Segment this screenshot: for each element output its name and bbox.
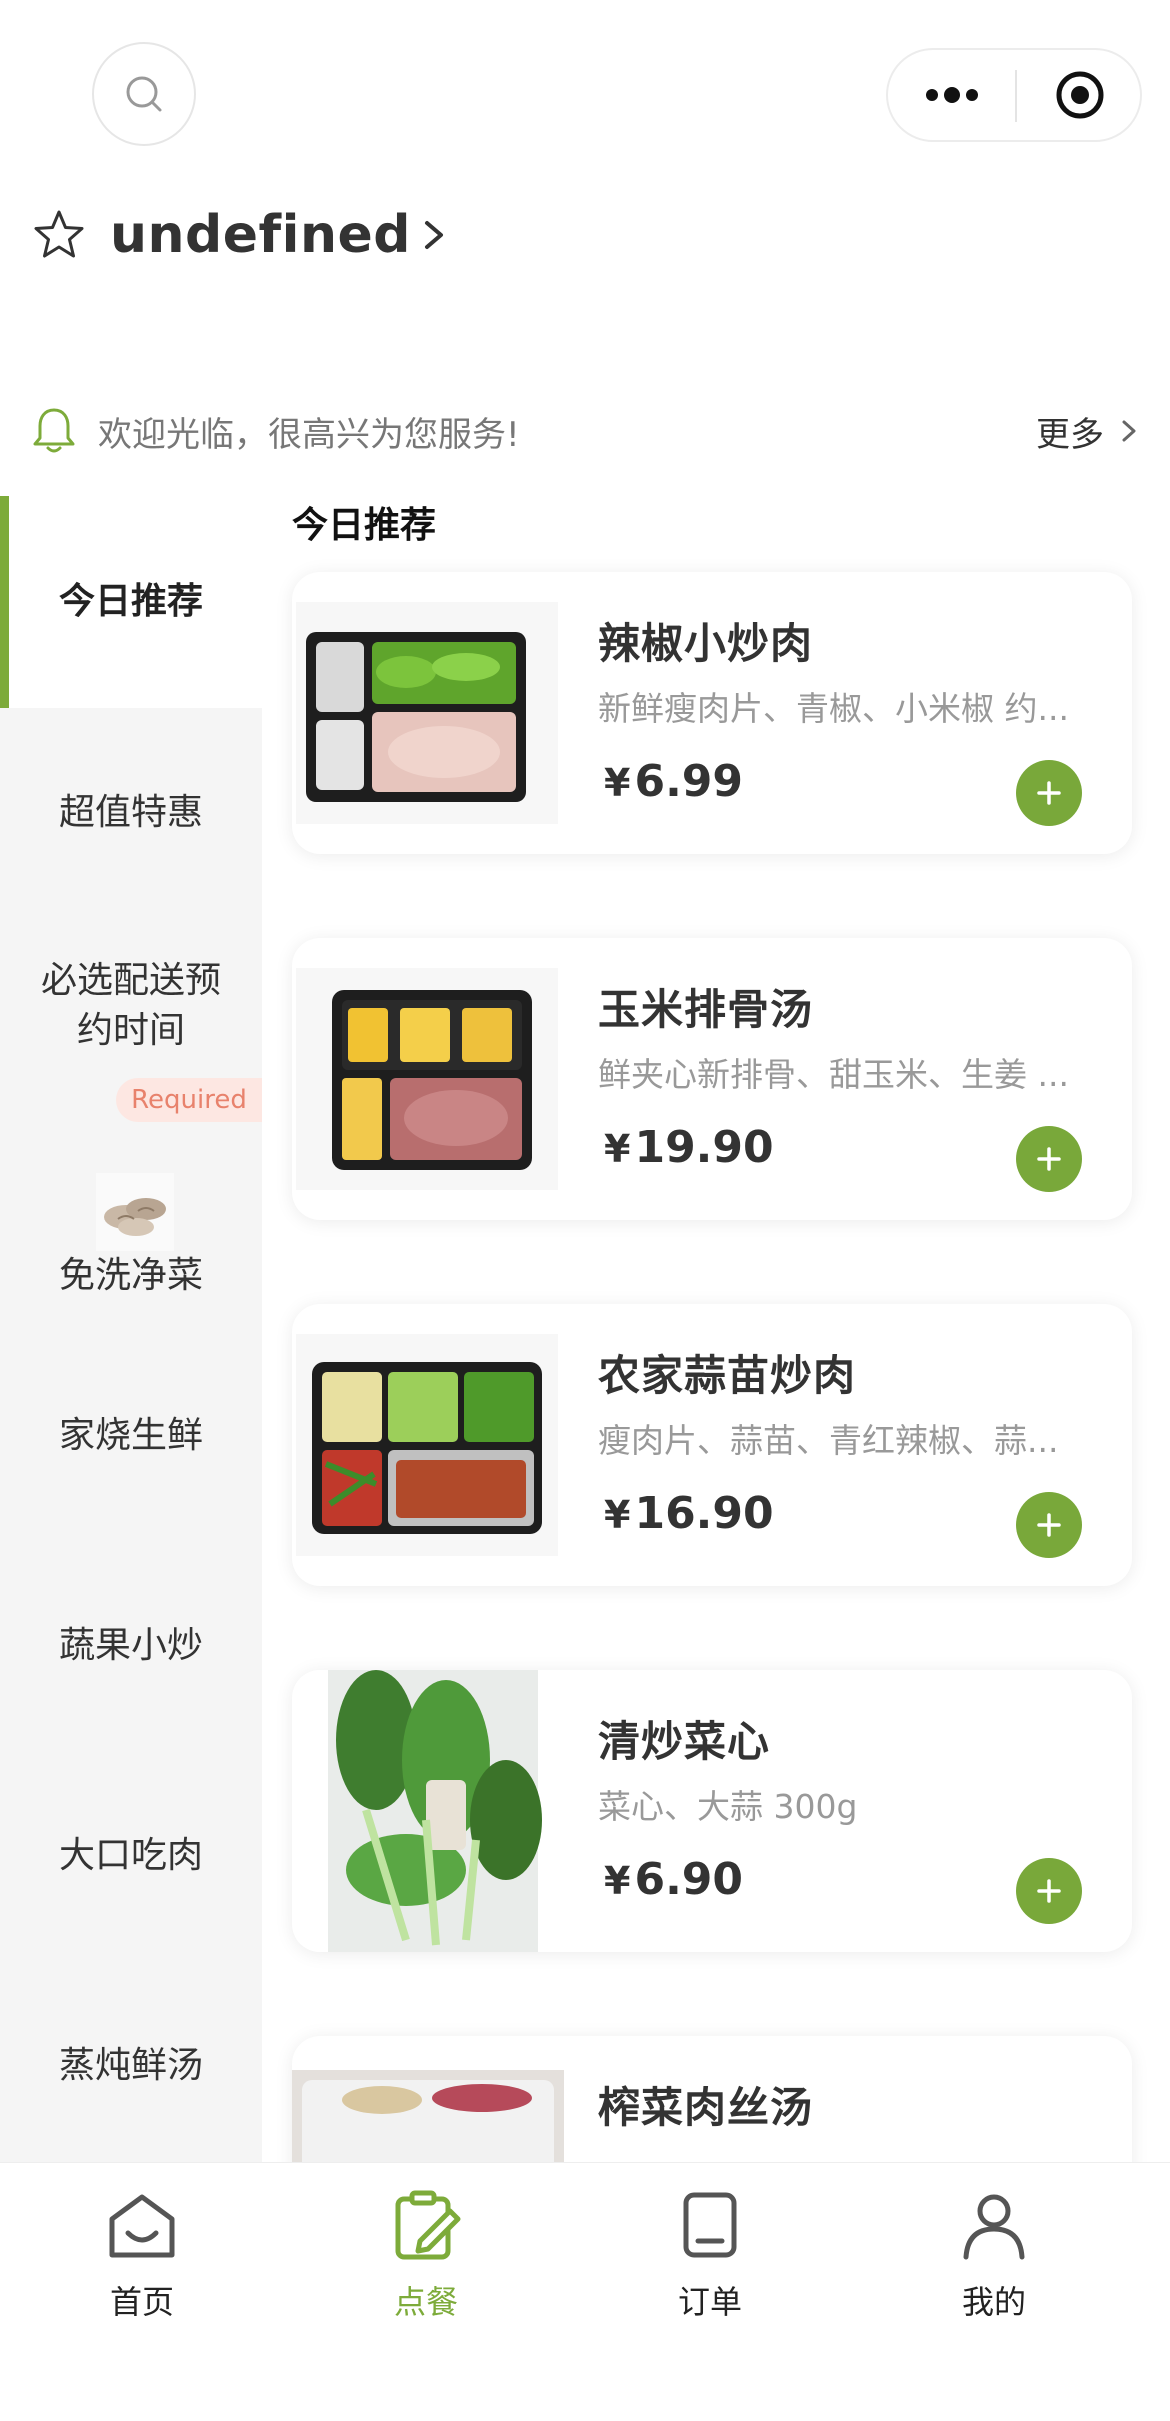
price-value: 6.90 (634, 1854, 744, 1905)
tab-order-food[interactable]: 点餐 (326, 2185, 526, 2335)
sidebar-item-meat[interactable]: 大口吃肉 (0, 1766, 262, 1946)
store-name: undefined (110, 205, 411, 265)
product-price: ¥6.90 (604, 1854, 743, 1905)
product-card[interactable]: 玉米排骨汤 鲜夹心新排骨、甜玉米、生姜 ... ¥19.90 (292, 938, 1132, 1220)
product-price: ¥19.90 (604, 1122, 774, 1173)
sidebar-item-label: 家烧生鲜 (58, 1415, 203, 1456)
plus-icon (1037, 781, 1061, 805)
star-icon[interactable] (32, 208, 86, 262)
sidebar-item-washed-veg[interactable]: 免洗净菜 (0, 1236, 262, 1316)
chevron-right-icon (1122, 420, 1136, 442)
notice-bar[interactable]: 欢迎光临，很高兴为您服务! 更多 (32, 396, 1140, 466)
required-badge: Required (116, 1078, 262, 1122)
product-desc: 鲜夹心新排骨、甜玉米、生姜 ... (598, 1055, 1069, 1094)
product-price: ¥16.90 (604, 1488, 774, 1539)
product-desc: 菜心、大蒜 300g (598, 1787, 858, 1826)
top-bar (0, 0, 1170, 190)
sidebar-item-label: 大口吃肉 (58, 1835, 203, 1876)
add-to-cart-button[interactable] (1016, 1126, 1082, 1192)
tab-profile[interactable]: 我的 (894, 2185, 1094, 2335)
plus-icon (1037, 1147, 1061, 1171)
product-image (296, 968, 558, 1190)
mini-program-capsule (886, 48, 1142, 142)
bottom-tab-bar: 首页 点餐 订单 我的 (0, 2162, 1170, 2421)
section-title: 今日推荐 (292, 505, 437, 546)
product-card[interactable]: 农家蒜苗炒肉 瘦肉片、蒜苗、青红辣椒、蒜... ¥16.90 (292, 1304, 1132, 1586)
profile-icon (963, 2194, 1025, 2260)
product-name: 辣椒小炒肉 (598, 619, 814, 668)
currency-symbol: ¥ (604, 1859, 631, 1903)
currency-symbol: ¥ (604, 1493, 631, 1537)
search-button[interactable] (92, 42, 196, 146)
product-price: ¥6.99 (604, 756, 743, 807)
tab-orders[interactable]: 订单 (610, 2185, 810, 2335)
sidebar-item-label: 免洗净菜 (58, 1255, 203, 1296)
category-sidebar: 今日推荐 超值特惠 必选配送预约时间 Required 免洗净菜 家烧生鲜 蔬果… (0, 496, 262, 2162)
product-card[interactable]: 清炒菜心 菜心、大蒜 300g ¥6.90 (292, 1670, 1132, 1952)
sidebar-item-label: 超值特惠 (58, 792, 203, 833)
product-name: 农家蒜苗炒肉 (598, 1351, 857, 1400)
notice-text: 欢迎光临，很高兴为您服务! (98, 414, 520, 455)
sidebar-item-stir-fry[interactable]: 蔬果小炒 (0, 1556, 262, 1736)
tab-home[interactable]: 首页 (42, 2185, 242, 2335)
product-name: 玉米排骨汤 (598, 985, 814, 1034)
product-name: 清炒菜心 (598, 1717, 771, 1766)
sidebar-item-fresh[interactable]: 家烧生鲜 (0, 1346, 262, 1526)
tab-label: 首页 (109, 2283, 174, 2321)
product-image (296, 602, 558, 824)
product-name: 榨菜肉丝汤 (598, 2083, 814, 2132)
sidebar-item-label: 今日推荐 (58, 581, 203, 622)
product-image (296, 1670, 558, 1952)
currency-symbol: ¥ (604, 1127, 631, 1171)
tab-label: 点餐 (393, 2283, 458, 2321)
add-to-cart-button[interactable] (1016, 1858, 1082, 1924)
plus-icon (1037, 1513, 1061, 1537)
add-to-cart-button[interactable] (1016, 1492, 1082, 1558)
search-icon (126, 76, 162, 112)
product-image (296, 1334, 558, 1556)
product-desc: 新鲜瘦肉片、青椒、小米椒 约... (598, 689, 1069, 728)
more-menu-button[interactable] (888, 50, 1015, 140)
currency-symbol: ¥ (604, 761, 631, 805)
sidebar-item-delivery-time[interactable]: 必选配送预约时间 (0, 946, 262, 1066)
home-icon (109, 2194, 175, 2258)
tab-label: 订单 (677, 2283, 742, 2321)
sidebar-item-deals[interactable]: 超值特惠 (0, 708, 262, 918)
target-close-icon (1056, 71, 1103, 119)
active-indicator (0, 496, 9, 708)
sidebar-item-label: 蒸炖鲜汤 (58, 2045, 203, 2086)
plus-icon (1037, 1879, 1061, 1903)
chevron-right-icon (425, 221, 443, 249)
more-dots-icon (925, 87, 978, 103)
add-to-cart-button[interactable] (1016, 760, 1082, 826)
close-button[interactable] (1017, 50, 1142, 140)
product-desc: 瘦肉片、蒜苗、青红辣椒、蒜... (598, 1421, 1059, 1460)
store-header[interactable]: undefined (32, 200, 449, 270)
sidebar-item-soup[interactable]: 蒸炖鲜汤 (0, 1976, 262, 2156)
sidebar-item-label: 必选配送预约时间 (40, 960, 221, 1051)
bell-icon (33, 408, 75, 453)
price-value: 19.90 (634, 1122, 774, 1173)
sidebar-item-today[interactable]: 今日推荐 (0, 496, 262, 708)
price-value: 6.99 (634, 756, 744, 807)
tab-label: 我的 (961, 2283, 1026, 2321)
sidebar-item-label: 蔬果小炒 (58, 1625, 203, 1666)
order-food-icon (395, 2190, 461, 2260)
notice-more-link[interactable]: 更多 (1036, 407, 1104, 456)
orders-icon (683, 2192, 737, 2258)
product-card[interactable]: 辣椒小炒肉 新鲜瘦肉片、青椒、小米椒 约... ¥6.99 (292, 572, 1132, 854)
price-value: 16.90 (634, 1488, 774, 1539)
